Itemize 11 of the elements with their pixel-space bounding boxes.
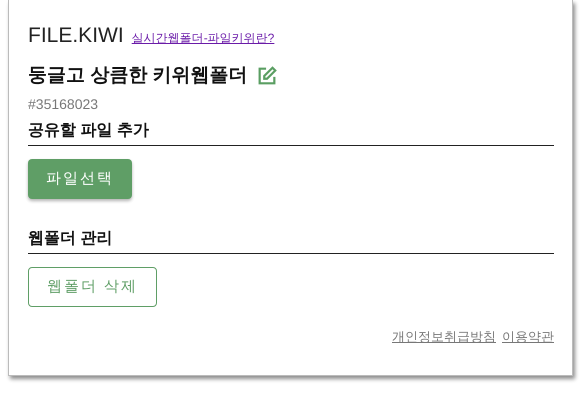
logo: FILE.KIWI xyxy=(28,23,124,49)
help-link[interactable]: 실시간웹폴더-파일키위란? xyxy=(132,29,274,47)
section-heading: 웹폴더 관리 xyxy=(28,227,554,254)
section-heading: 공유할 파일 추가 xyxy=(28,119,554,146)
file-select-button[interactable]: 파일선택 xyxy=(28,159,132,199)
folder-title: 둥글고 상큼한 키위웹폴더 xyxy=(28,64,248,88)
delete-folder-button[interactable]: 웹폴더 삭제 xyxy=(28,267,157,307)
footer-link[interactable]: 이용약관 xyxy=(502,327,554,346)
footer-link[interactable]: 개인정보취급방침 xyxy=(392,327,496,346)
folder-id: #35168023 xyxy=(28,95,100,114)
edit-icon[interactable] xyxy=(256,64,278,87)
